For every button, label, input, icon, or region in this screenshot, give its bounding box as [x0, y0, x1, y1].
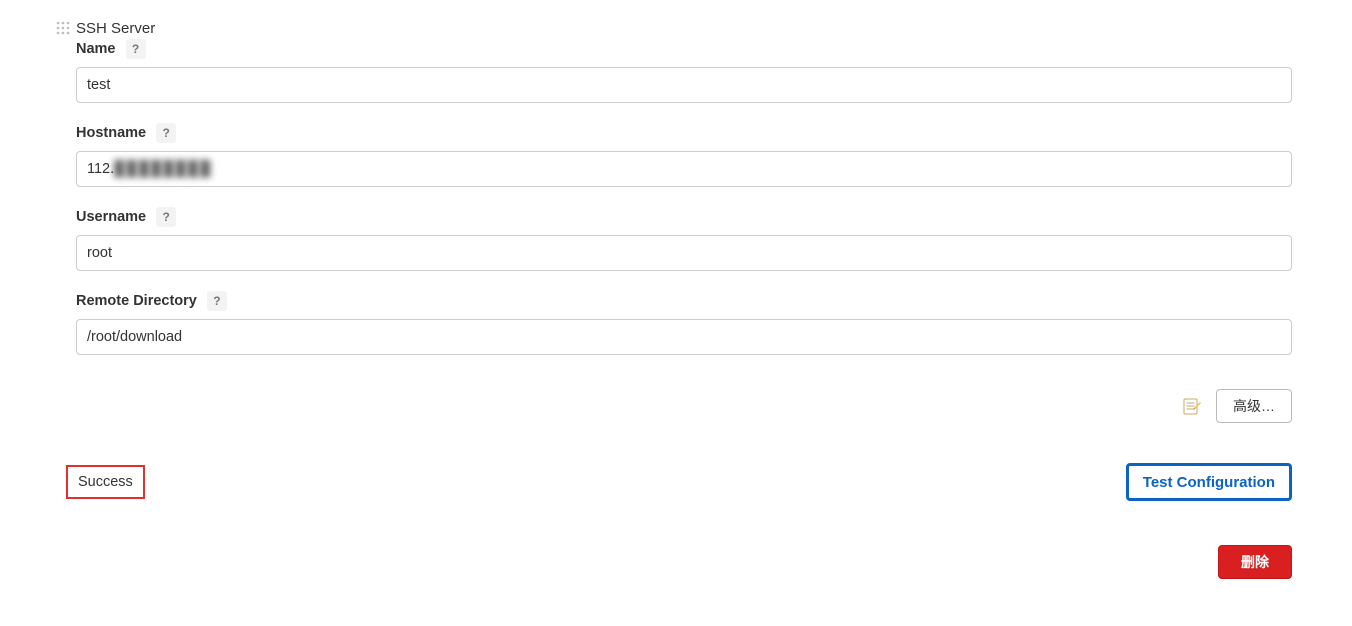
- advanced-row: 高级…: [56, 389, 1292, 423]
- help-icon[interactable]: ?: [207, 291, 227, 311]
- remote-directory-input[interactable]: [76, 319, 1292, 355]
- status-badge: Success: [66, 465, 145, 499]
- field-label-name: Name: [76, 41, 116, 57]
- help-icon[interactable]: ?: [156, 207, 176, 227]
- field-label-hostname: Hostname: [76, 125, 146, 141]
- hostname-redacted-part: ████████: [114, 161, 212, 177]
- drag-handle-icon[interactable]: [56, 21, 70, 35]
- help-icon[interactable]: ?: [126, 39, 146, 59]
- username-input[interactable]: [76, 235, 1292, 271]
- field-group-remote-directory: Remote Directory ?: [56, 291, 1292, 355]
- delete-button[interactable]: 删除: [1218, 545, 1292, 579]
- section-title: SSH Server: [76, 20, 155, 37]
- field-group-hostname: Hostname ? 112. ████████: [56, 123, 1292, 187]
- field-group-username: Username ?: [56, 207, 1292, 271]
- help-icon[interactable]: ?: [156, 123, 176, 143]
- delete-row: 删除: [56, 545, 1292, 579]
- test-configuration-button[interactable]: Test Configuration: [1126, 463, 1292, 501]
- hostname-input[interactable]: 112. ████████: [76, 151, 1292, 187]
- name-input[interactable]: [76, 67, 1292, 103]
- status-row: Success Test Configuration: [56, 463, 1292, 501]
- field-label-username: Username: [76, 209, 146, 225]
- field-group-name: Name ?: [56, 39, 1292, 103]
- notepad-icon[interactable]: [1182, 396, 1202, 416]
- hostname-visible-prefix: 112.: [87, 161, 114, 177]
- field-label-remote-directory: Remote Directory: [76, 293, 197, 309]
- advanced-button[interactable]: 高级…: [1216, 389, 1292, 423]
- section-header: SSH Server: [56, 20, 1292, 37]
